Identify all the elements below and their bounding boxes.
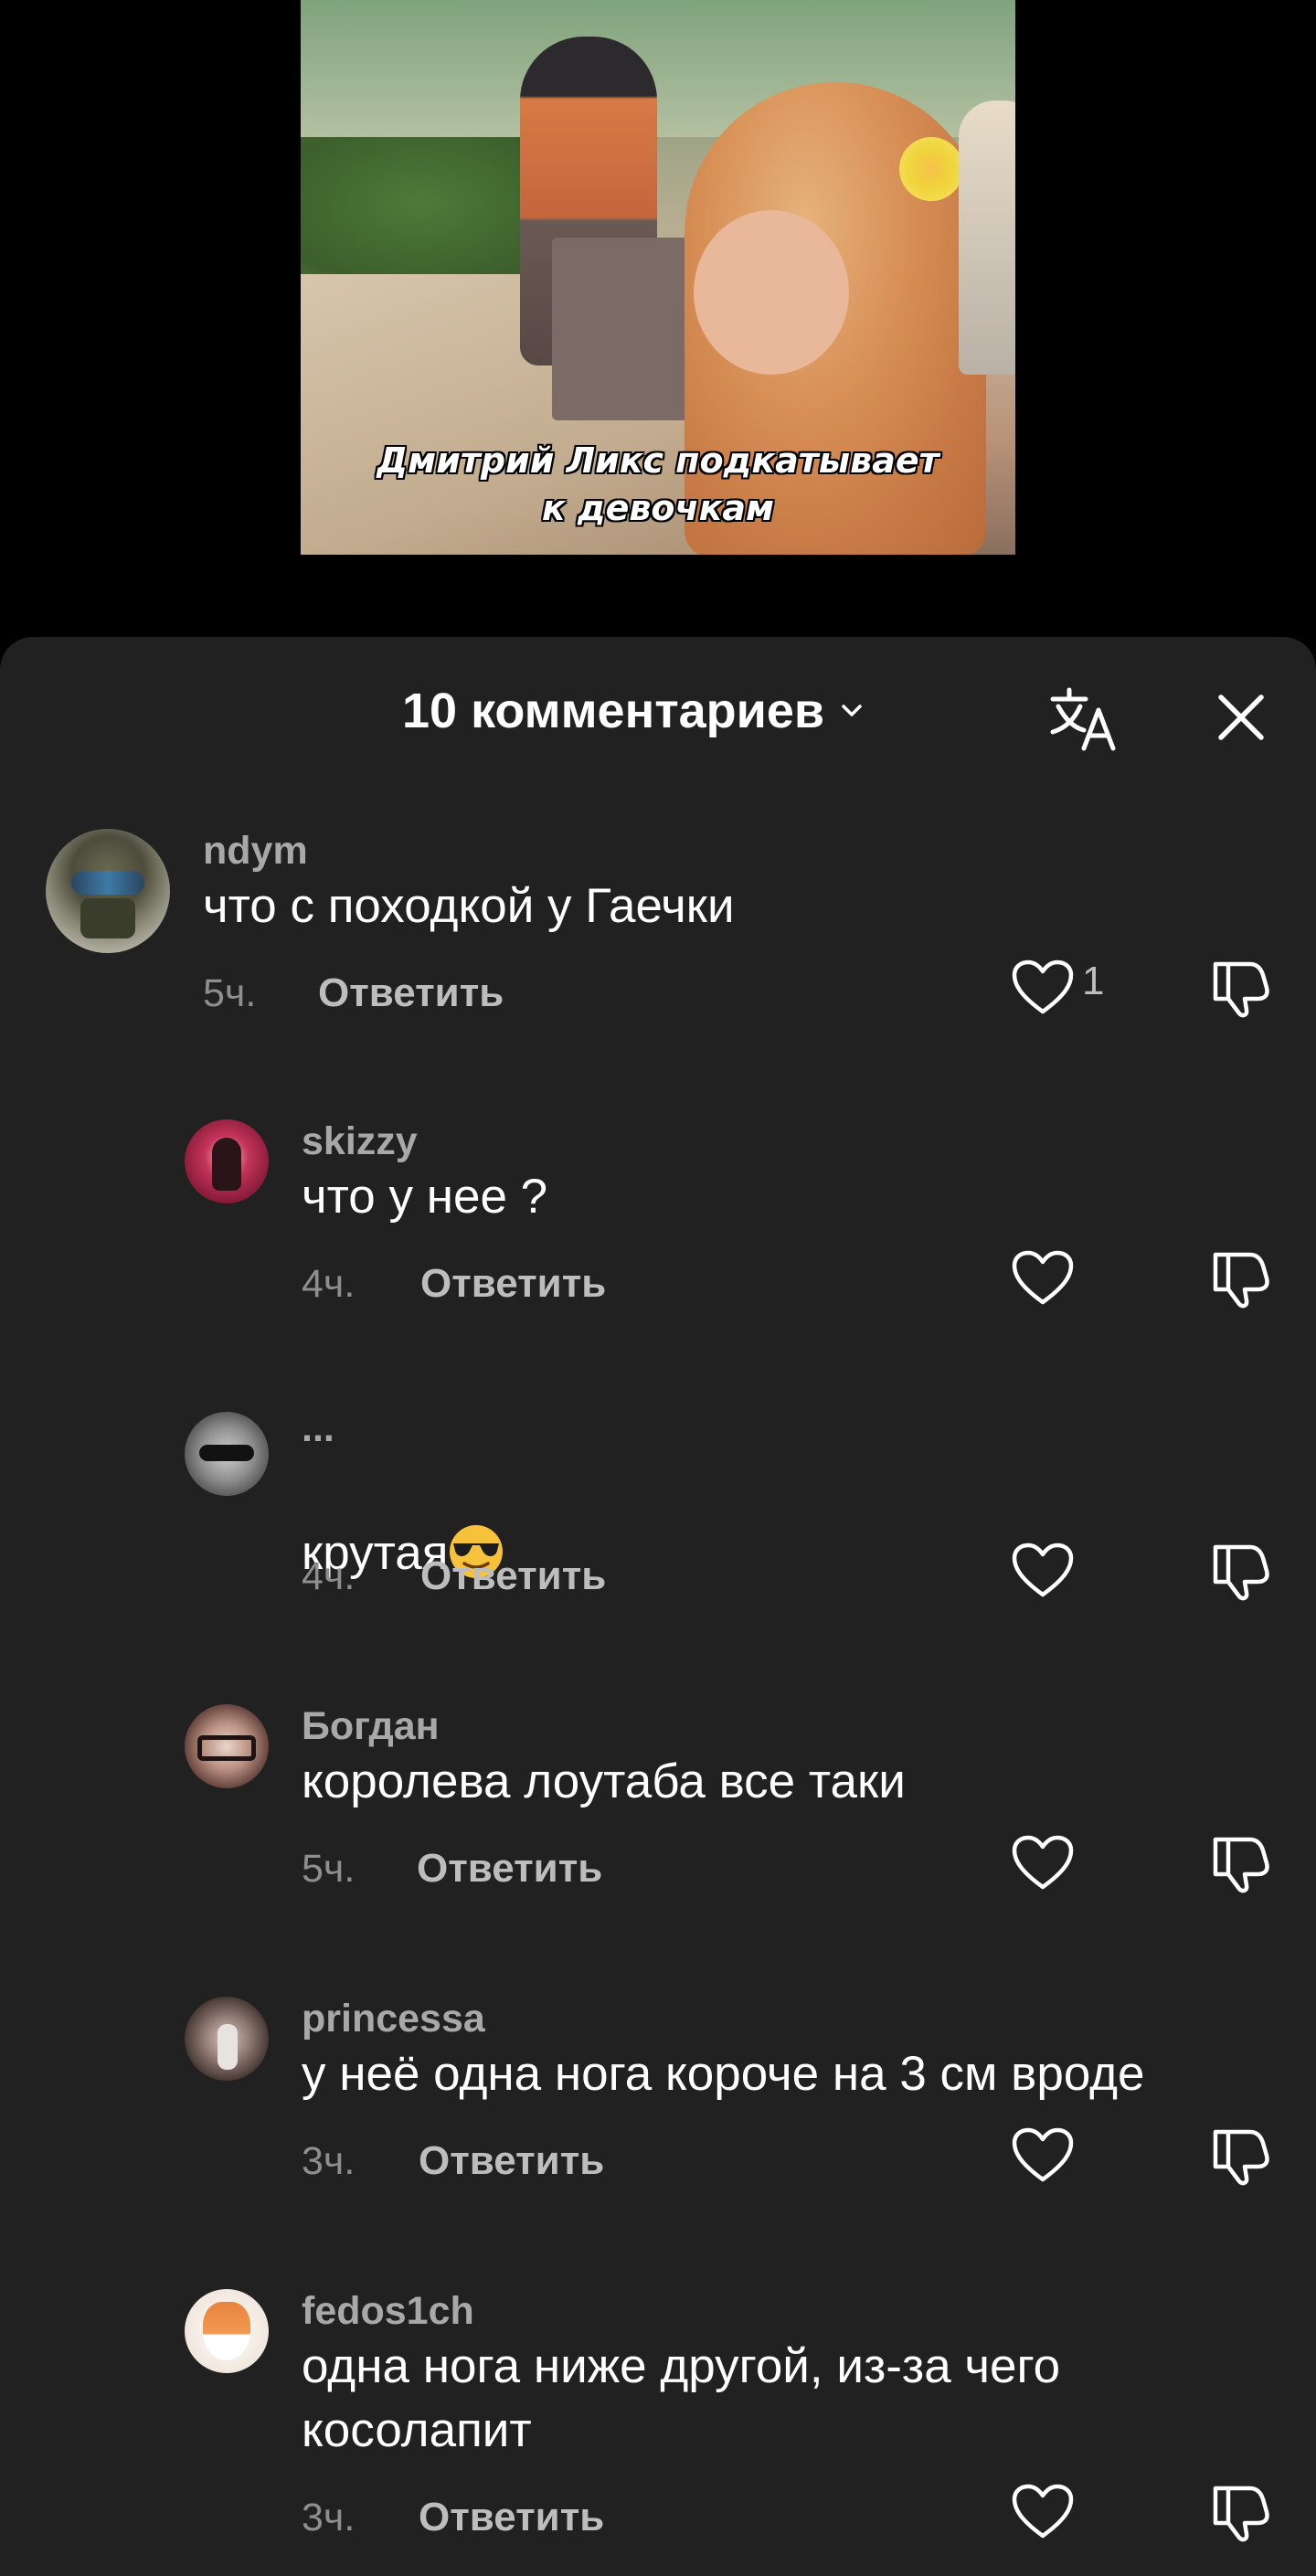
comment-text: что у нее ?: [302, 1170, 548, 1224]
video-caption-line: к девочкам: [541, 488, 775, 528]
dislike-icon[interactable]: [1208, 955, 1272, 1019]
comment-text: у неё одна нога короче на 3 см вроде: [302, 2047, 1145, 2101]
avatar[interactable]: [185, 1119, 269, 1203]
reply-button[interactable]: Ответить: [419, 2495, 604, 2540]
reply-button[interactable]: Ответить: [417, 1846, 602, 1892]
video-face: [694, 210, 849, 375]
comments-sheet: 10 комментариев ndym что с походкой у Га…: [0, 637, 1316, 2576]
comment-text: королева лоутаба все таки: [302, 1754, 906, 1808]
comment-username[interactable]: ndym: [203, 829, 308, 874]
comment-text: что с походкой у Гаечки: [203, 879, 735, 933]
heart-icon[interactable]: [1011, 959, 1075, 1017]
avatar[interactable]: [185, 1704, 269, 1788]
avatar[interactable]: [185, 1412, 269, 1496]
reply-button[interactable]: Ответить: [419, 2138, 604, 2184]
comment-username[interactable]: princessa: [302, 1997, 485, 2041]
translate-icon[interactable]: [1049, 686, 1122, 752]
heart-icon[interactable]: [1011, 1542, 1075, 1600]
dislike-icon[interactable]: [1208, 1830, 1272, 1894]
close-icon[interactable]: [1214, 690, 1268, 745]
avatar[interactable]: [46, 829, 170, 953]
video-flower: [899, 137, 963, 201]
avatar[interactable]: [185, 2289, 269, 2373]
avatar-hands: [197, 1735, 256, 1761]
heart-icon[interactable]: [1011, 2483, 1075, 2541]
comment-username[interactable]: fedos1ch: [302, 2289, 474, 2334]
fox-icon: [203, 2302, 250, 2360]
video-caption: Дмитрий Ликс подкатывает к девочкам: [301, 437, 1015, 532]
comment-time: 5ч.: [302, 1847, 356, 1891]
comment-time: 3ч.: [302, 2139, 356, 2183]
video-person: [959, 101, 1015, 375]
comment-username[interactable]: Богдан: [302, 1704, 440, 1749]
heart-icon[interactable]: [1011, 1249, 1075, 1308]
video-frame[interactable]: Дмитрий Ликс подкатывает к девочкам: [301, 0, 1015, 555]
comment-username[interactable]: ...: [302, 1406, 334, 1451]
chevron-down-icon: [842, 705, 862, 716]
avatar[interactable]: [185, 1997, 269, 2081]
heart-icon[interactable]: [1011, 2126, 1075, 2185]
comment-username[interactable]: skizzy: [302, 1119, 418, 1164]
reply-button[interactable]: Ответить: [318, 970, 504, 1016]
video-caption-line: Дмитрий Ликс подкатывает: [377, 440, 939, 481]
reply-button[interactable]: Ответить: [420, 1261, 606, 1307]
dislike-icon[interactable]: [1208, 1538, 1272, 1602]
avatar-sunglasses: [199, 1445, 254, 1461]
avatar-figure: [212, 1138, 241, 1191]
avatar-figure: [218, 2024, 238, 2070]
comment-text: одна нога ниже другой, из-за чего косола…: [302, 2339, 1061, 2457]
video-player[interactable]: Дмитрий Ликс подкатывает к девочкам: [0, 0, 1316, 640]
dislike-icon[interactable]: [1208, 1246, 1272, 1309]
comments-count-dropdown[interactable]: 10 комментариев: [402, 683, 866, 739]
comments-header: 10 комментариев: [0, 637, 1316, 792]
heart-icon[interactable]: [1011, 1834, 1075, 1892]
dislike-icon[interactable]: [1208, 2123, 1272, 2187]
avatar-mask: [80, 898, 135, 938]
comment-time: 3ч.: [302, 2496, 356, 2539]
like-count: 1: [1082, 959, 1105, 1003]
comments-title: 10 комментариев: [402, 684, 825, 738]
avatar-goggles: [71, 871, 144, 895]
video-bag: [552, 238, 689, 420]
comment-time: 4ч.: [302, 1262, 356, 1306]
dislike-icon[interactable]: [1208, 2479, 1272, 2543]
comment-time: 5ч.: [203, 971, 257, 1015]
comment-time: 4ч.: [302, 1554, 356, 1598]
reply-button[interactable]: Ответить: [420, 1553, 606, 1599]
